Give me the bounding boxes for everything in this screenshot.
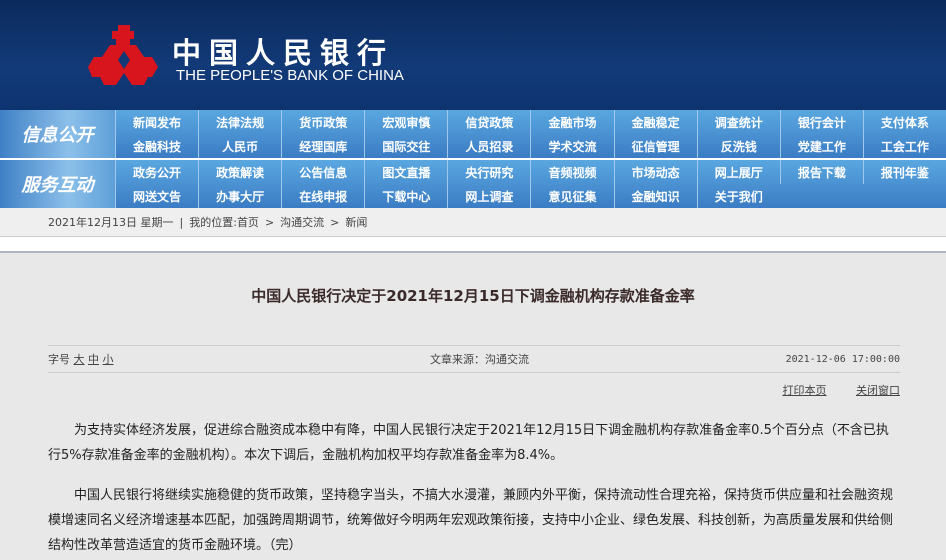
nav-item[interactable]: 关于我们: [696, 184, 780, 208]
nav-group-label: 服务互动: [0, 160, 115, 208]
font-size-label: 字号: [48, 353, 70, 366]
nav-item[interactable]: 法律法规: [198, 110, 281, 134]
breadcrumb-level2[interactable]: 新闻: [345, 214, 367, 230]
nav-item[interactable]: 党建工作: [779, 134, 863, 158]
nav-item[interactable]: 金融市场: [530, 110, 613, 134]
nav-item[interactable]: 金融知识: [613, 184, 697, 208]
nav-item[interactable]: 市场动态: [613, 160, 697, 184]
font-large-link[interactable]: 大: [74, 353, 85, 366]
logo-chinese-name: 中国人民银行: [172, 36, 395, 70]
nav-item[interactable]: 银行会计: [779, 110, 863, 134]
nav-item[interactable]: 报刊年鉴: [862, 160, 946, 184]
breadcrumb-level1[interactable]: 沟通交流: [280, 214, 324, 230]
nav-item[interactable]: 公告信息: [281, 160, 364, 184]
article-title: 中国人民银行决定于2021年12月15日下调金融机构存款准备金率: [251, 287, 695, 305]
nav-item[interactable]: 新闻发布: [115, 110, 198, 134]
nav-item[interactable]: 人民币: [198, 134, 281, 158]
nav-item[interactable]: 图文直播: [364, 160, 447, 184]
nav-item[interactable]: 网上展厅: [696, 160, 780, 184]
divider: [0, 237, 946, 253]
nav-item[interactable]: 音频视频: [530, 160, 613, 184]
nav-item[interactable]: 反洗钱: [696, 134, 780, 158]
nav-items: 政务公开 政策解读 公告信息 图文直播 央行研究 音频视频 市场动态 网上展厅 报告下载 报刊年鉴…: [115, 160, 946, 208]
current-date: 2021年12月13日 星期一: [48, 216, 174, 229]
chevron-right-icon: >: [264, 215, 275, 229]
font-small-link[interactable]: 小: [103, 353, 114, 366]
nav-item[interactable]: 金融科技: [115, 134, 198, 158]
nav-item[interactable]: 下载中心: [364, 184, 447, 208]
site-header: 中国人民银行 THE PEOPLE'S BANK OF CHINA: [0, 0, 946, 110]
article-paragraph: 为支持实体经济发展，促进综合融资成本稳中有降，中国人民银行决定于2021年12月…: [48, 423, 889, 463]
nav-item[interactable]: 金融稳定: [613, 110, 697, 134]
nav-item[interactable]: 学术交流: [530, 134, 613, 158]
nav-item[interactable]: 货币政策: [281, 110, 364, 134]
nav-item[interactable]: 信贷政策: [447, 110, 530, 134]
nav-items: 新闻发布 法律法规 货币政策 宏观审慎 信贷政策 金融市场 金融稳定 调查统计 银行会计 支付体系…: [115, 110, 946, 158]
nav-item[interactable]: 网送文告: [115, 184, 198, 208]
article-source: 文章来源：沟通交流: [430, 353, 530, 366]
nav-item[interactable]: 央行研究: [447, 160, 530, 184]
nav-item[interactable]: 意见征集: [530, 184, 613, 208]
nav-item[interactable]: 国际交往: [364, 134, 447, 158]
nav-item[interactable]: 政务公开: [115, 160, 198, 184]
breadcrumb-home[interactable]: 首页: [237, 216, 259, 229]
nav-item[interactable]: 支付体系: [862, 110, 946, 134]
logo-english-name: THE PEOPLE'S BANK OF CHINA: [176, 67, 404, 84]
nav-item[interactable]: 经理国库: [281, 134, 364, 158]
breadcrumb: 2021年12月13日 星期一 | 我的位置:首页 > 沟通交流 > 新闻: [0, 208, 946, 237]
nav-group: 信息公开 新闻发布 法律法规 货币政策 宏观审慎 信贷政策 金融市场 金融稳定 调查统计 银行会计…: [0, 110, 946, 158]
nav-item[interactable]: 报告下载: [779, 160, 863, 184]
nav-item[interactable]: 在线申报: [281, 184, 364, 208]
nav-item[interactable]: 网上调查: [447, 184, 530, 208]
nav-group: 服务互动 政务公开 政策解读 公告信息 图文直播 央行研究 音频视频 市场动态 网上展厅 报告下载…: [0, 160, 946, 208]
location-label: 我的位置:: [189, 216, 237, 229]
article-paragraph: 中国人民银行将继续实施稳健的货币政策，坚持稳字当头，不搞大水漫灌，兼顾内外平衡，…: [48, 488, 894, 553]
article-meta: 字号 大 中 小 文章来源：沟通交流 2021-12-06 17:00:00: [48, 345, 900, 373]
nav-item[interactable]: 调查统计: [696, 110, 780, 134]
nav-item[interactable]: 人员招录: [447, 134, 530, 158]
close-window-link[interactable]: 关闭窗口: [856, 384, 900, 397]
font-size-controls: 字号 大 中 小: [48, 351, 114, 367]
font-medium-link[interactable]: 中: [88, 353, 99, 366]
article-body: 为支持实体经济发展，促进综合融资成本稳中有降，中国人民银行决定于2021年12月…: [48, 418, 900, 558]
nav-item[interactable]: 征信管理: [613, 134, 697, 158]
nav-item[interactable]: 工会工作: [862, 134, 946, 158]
separator: |: [179, 215, 184, 229]
nav-item[interactable]: 办事大厅: [198, 184, 281, 208]
nav-group-label: 信息公开: [0, 110, 115, 158]
main-nav: 信息公开 新闻发布 法律法规 货币政策 宏观审慎 信贷政策 金融市场 金融稳定 调查统计 银行会计…: [0, 110, 946, 208]
nav-item[interactable]: 政策解读: [198, 160, 281, 184]
nav-item[interactable]: 宏观审慎: [364, 110, 447, 134]
print-page-link[interactable]: 打印本页: [783, 384, 827, 397]
article-tools: 打印本页 关闭窗口: [0, 382, 901, 398]
pboc-logo-icon: [88, 25, 158, 85]
chevron-right-icon: >: [330, 215, 340, 229]
article-datetime: 2021-12-06 17:00:00: [785, 353, 900, 365]
